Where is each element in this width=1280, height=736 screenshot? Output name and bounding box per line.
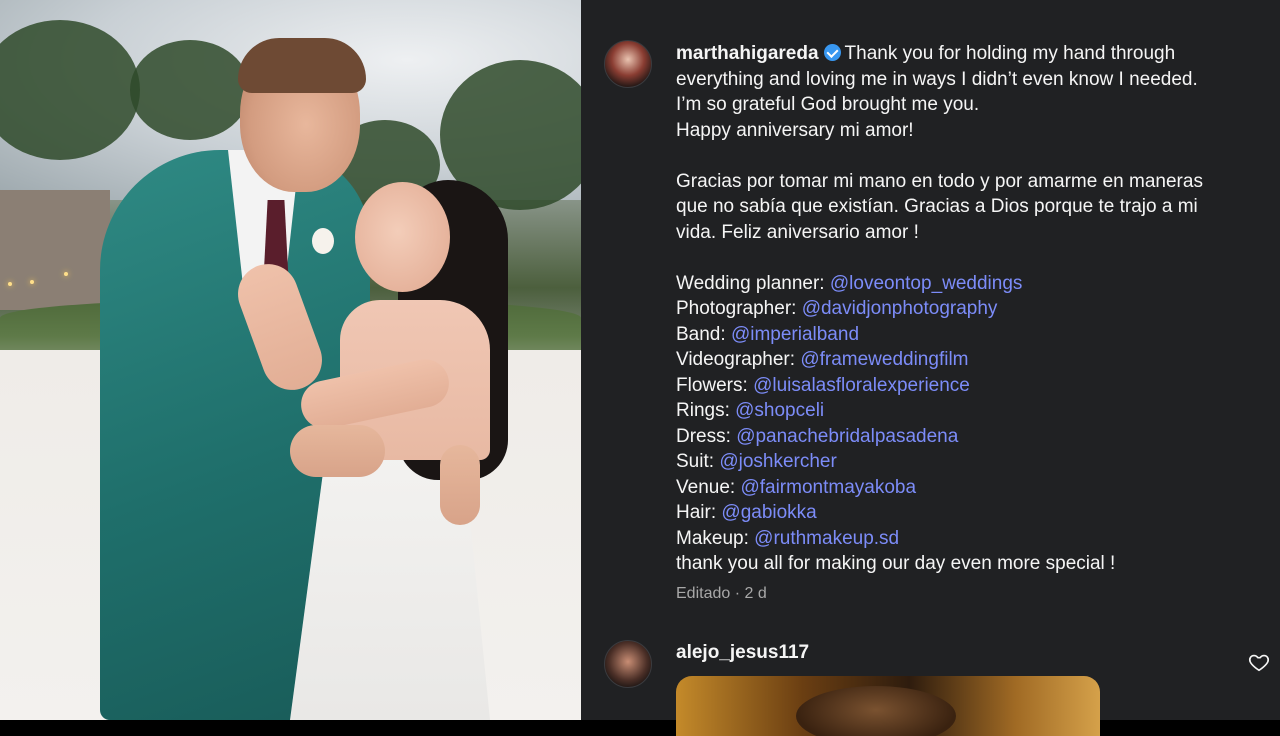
mention-link[interactable]: @panachebridalpasadena [736, 426, 958, 447]
caption-line: Happy anniversary mi amor! [676, 119, 914, 141]
post-photo[interactable] [0, 0, 581, 720]
groom-hand [290, 425, 385, 477]
credit-label: Wedding planner: [676, 272, 830, 294]
bride-face [355, 182, 450, 292]
commenter-username[interactable]: alejo_jesus117 [676, 642, 809, 664]
credit-label: Flowers: [676, 374, 754, 396]
comment-media[interactable] [676, 676, 1100, 736]
caption-line: Thank you for holding my hand through [844, 43, 1176, 64]
mention-link[interactable]: @imperialband [731, 324, 859, 345]
edited-label: Editado [676, 585, 731, 602]
credit-line: Flowers: @luisalasfloralexperience [676, 373, 1256, 399]
credit-line: Rings: @shopceli [676, 398, 1256, 424]
credit-label: Band: [676, 323, 731, 345]
credit-line: Videographer: @frameweddingfilm [676, 347, 1256, 373]
heart-outline-icon[interactable] [1248, 651, 1270, 673]
boutonniere [312, 228, 334, 254]
mention-link[interactable]: @luisalasfloralexperience [753, 375, 970, 396]
caption-first-line: marthahigareda Thank you for holding my h… [676, 41, 1256, 67]
palm-tree [130, 40, 250, 140]
mention-link[interactable]: @joshkercher [719, 451, 837, 472]
groom-hair [238, 38, 366, 93]
caption-closing: thank you all for making our day even mo… [676, 553, 1116, 574]
verified-badge-icon [823, 44, 841, 61]
author-username[interactable]: marthahigareda [676, 43, 819, 64]
credit-label: Photographer: [676, 298, 802, 319]
credit-line: Band: @imperialband [676, 322, 1256, 348]
mention-link[interactable]: @loveontop_weddings [830, 273, 1023, 294]
post-meta: Editado · 2 d [676, 585, 767, 603]
photo-building [0, 190, 110, 310]
credit-label: Videographer: [676, 349, 801, 370]
commenter-avatar[interactable] [604, 640, 652, 688]
author-avatar[interactable] [604, 40, 652, 88]
light [64, 272, 68, 276]
credit-line: Makeup: @ruthmakeup.sd [676, 526, 1256, 552]
credit-label: Rings: [676, 400, 736, 421]
credit-line: Dress: @panachebridalpasadena [676, 424, 1256, 450]
caption-line: vida. Feliz aniversario amor ! [676, 221, 919, 243]
caption-line: Gracias por tomar mi mano en todo y por … [676, 170, 1203, 192]
mention-link[interactable]: @fairmontmayakoba [740, 477, 916, 498]
light [30, 280, 34, 284]
credit-label: Venue: [676, 476, 741, 498]
comment-media-subject [796, 686, 956, 736]
mention-link[interactable]: @frameweddingfilm [800, 349, 968, 370]
groom-hand [440, 445, 480, 525]
credit-line: Photographer: @davidjonphotography [676, 296, 1256, 322]
caption-line: I’m so grateful God brought me you. [676, 94, 980, 115]
credit-label: Hair: [676, 502, 722, 523]
credit-line: Hair: @gabiokka [676, 500, 1256, 526]
credit-label: Suit: [676, 451, 720, 472]
credit-line: Venue: @fairmontmayakoba [676, 475, 1256, 501]
credit-label: Dress: [676, 425, 737, 447]
credit-line: Wedding planner: @loveontop_weddings [676, 271, 1256, 297]
credit-label: Makeup: [676, 527, 755, 549]
mention-link[interactable]: @davidjonphotography [802, 298, 998, 319]
meta-separator: · [734, 585, 741, 602]
light [8, 282, 12, 286]
caption-line: everything and loving me in ways I didn’… [676, 68, 1198, 90]
post-caption: marthahigareda Thank you for holding my h… [676, 41, 1256, 577]
post-age[interactable]: 2 d [745, 585, 767, 602]
mention-link[interactable]: @gabiokka [721, 502, 816, 523]
mention-link[interactable]: @ruthmakeup.sd [754, 528, 899, 549]
credit-line: Suit: @joshkercher [676, 449, 1256, 475]
mention-link[interactable]: @shopceli [735, 400, 824, 421]
caption-line: que no sabía que existían. Gracias a Dio… [676, 196, 1198, 217]
